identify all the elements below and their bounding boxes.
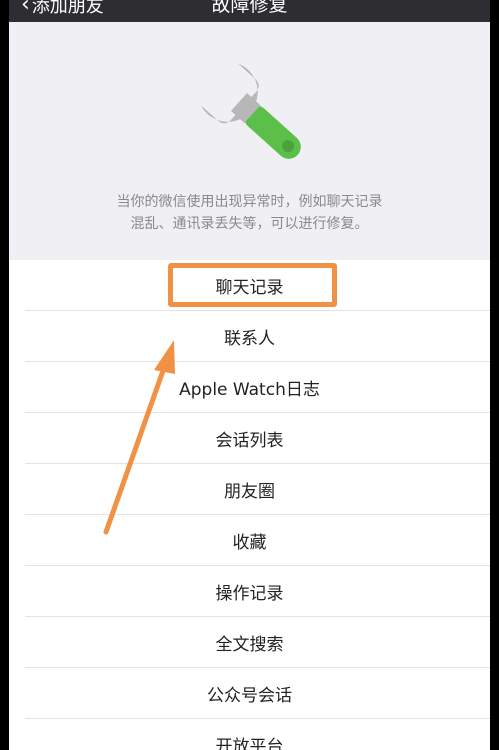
repair-option-label: 朋友圈 xyxy=(224,481,275,502)
repair-option-label: 收藏 xyxy=(232,532,267,553)
repair-option[interactable]: 全文搜索 xyxy=(25,617,490,668)
repair-option[interactable]: 开放平台 xyxy=(25,719,490,750)
repair-option-label: 操作记录 xyxy=(215,583,284,604)
repair-option-label: 公众号会话 xyxy=(207,685,292,706)
repair-option-label: 全文搜索 xyxy=(215,634,284,655)
highlight-box xyxy=(168,263,337,307)
repair-option-label: 开放平台 xyxy=(215,736,284,750)
wrench-icon xyxy=(200,63,301,159)
repair-description: 当你的微信使用出现异常时，例如聊天记录 混乱、通讯录丢失等，可以进行修复。 xyxy=(116,194,383,232)
repair-option[interactable]: 朋友圈 xyxy=(25,464,490,515)
repair-header: 当你的微信使用出现异常时，例如聊天记录 混乱、通讯录丢失等，可以进行修复。 xyxy=(9,22,490,260)
repair-options-list: 聊天记录 联系人 Apple Watch日志 会话列表 朋友圈 收藏 操作记录 全文搜索 公众号… xyxy=(9,260,490,750)
repair-option[interactable]: 收藏 xyxy=(25,515,490,566)
phone-screen: ‹ 添加朋友 故障修复 当你的微信使用出现异常时，例如聊天记录 混乱、通讯录丢失… xyxy=(9,0,490,750)
repair-option[interactable]: 公众号会话 xyxy=(25,668,490,719)
repair-option-label: Apple Watch日志 xyxy=(179,379,320,400)
repair-option-label: 会话列表 xyxy=(215,430,284,451)
repair-option[interactable]: 会话列表 xyxy=(25,413,490,464)
navigation-bar: ‹ 添加朋友 故障修复 xyxy=(9,0,490,22)
repair-option[interactable]: 联系人 xyxy=(25,311,490,362)
page-title: 故障修复 xyxy=(211,0,288,16)
repair-option[interactable]: 操作记录 xyxy=(25,566,490,617)
repair-option-label: 联系人 xyxy=(224,328,275,349)
repair-option[interactable]: Apple Watch日志 xyxy=(25,362,490,413)
